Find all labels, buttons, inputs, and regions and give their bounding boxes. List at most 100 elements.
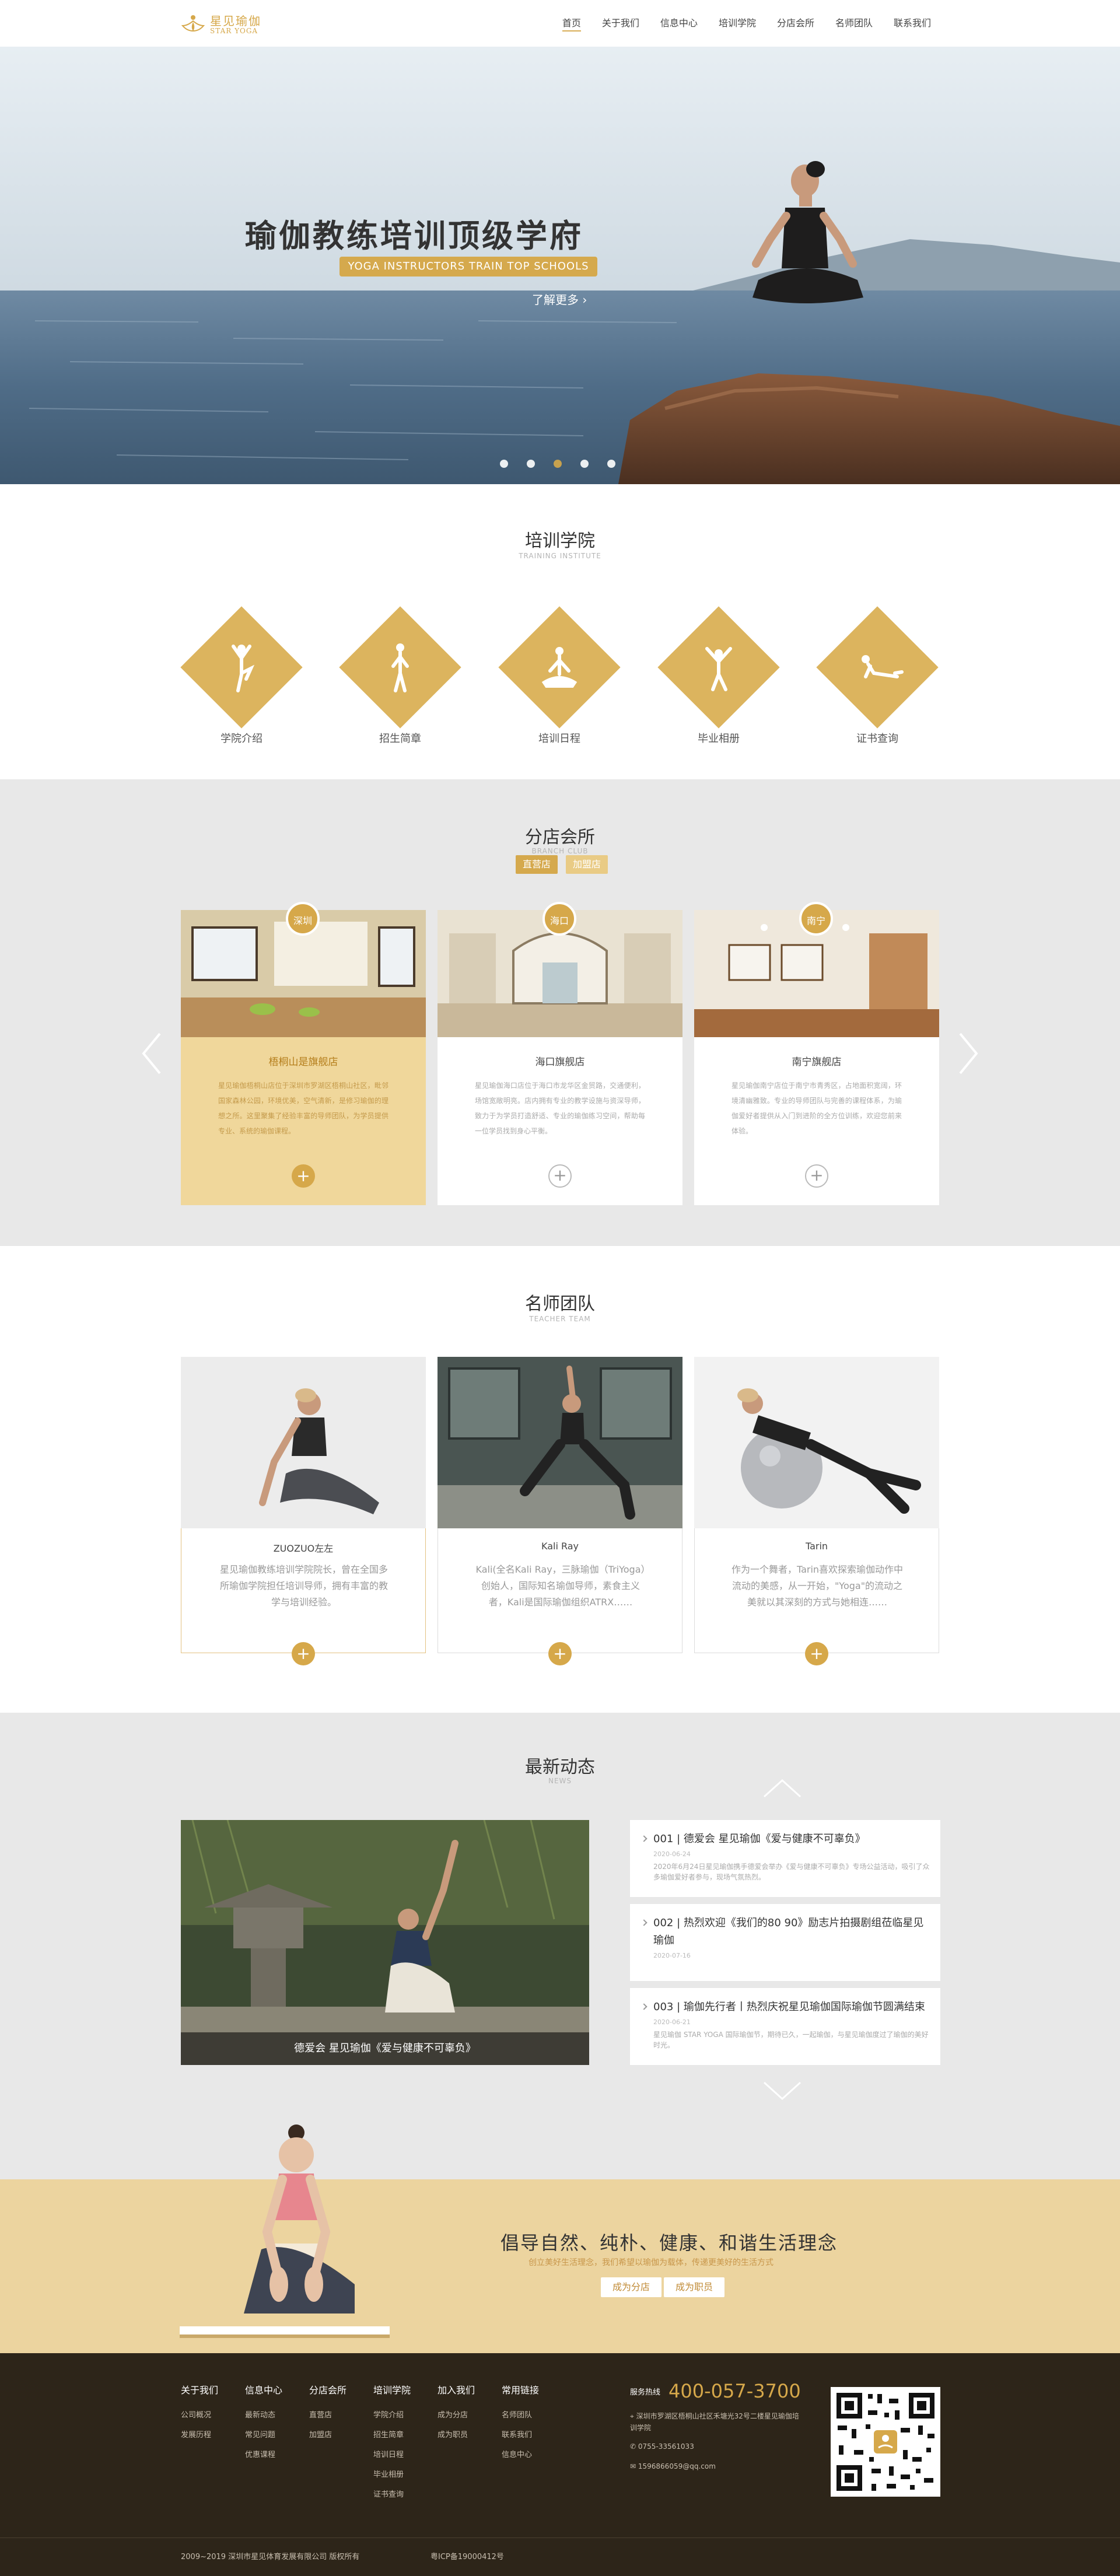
footer-link[interactable]: 成为分店 (438, 2406, 475, 2426)
chevron-up-icon[interactable] (762, 1778, 803, 1799)
store-card-nanning[interactable]: 南宁 南宁旗舰店 星见瑜伽南宁店位于南宁市青秀区，占地面积宽阔，环境清幽雅致。专… (694, 902, 939, 1205)
address-text: 深圳市罗湖区梧桐山社区禾塘光32号二楼星见瑜伽培训学院 (630, 2412, 799, 2432)
teacher-card[interactable]: Kali Ray Kali(全名Kali Ray，三脉瑜伽（TriYoga）创始… (438, 1357, 682, 1665)
footer-link[interactable]: 招生简章 (373, 2426, 411, 2445)
teacher-desc: Kali(全名Kali Ray，三脉瑜伽（TriYoga）创始人，国际知名瑜伽导… (475, 1564, 646, 1608)
footer-link[interactable]: 加盟店 (309, 2426, 346, 2445)
footer-col-about: 关于我们 公司概况 发展历程 (181, 2382, 218, 2445)
nav-stores[interactable]: 分店会所 (766, 0, 825, 47)
plus-icon[interactable]: + (292, 1642, 315, 1665)
teacher-card[interactable]: Tarin 作为一个舞者，Tarin喜欢探索瑜伽动作中流动的美感，从一开始，"Y… (694, 1357, 939, 1665)
footer-link[interactable]: 直营店 (309, 2406, 346, 2426)
training-item-admission[interactable]: 招生简章 (339, 606, 461, 770)
lotus-logo-icon (181, 15, 205, 32)
tab-direct-store[interactable]: 直营店 (516, 855, 558, 874)
footer-col-heading[interactable]: 信息中心 (245, 2382, 282, 2396)
chevron-left-icon[interactable] (140, 1030, 163, 1077)
plus-icon[interactable]: + (805, 1642, 828, 1665)
training-item-schedule[interactable]: 培训日程 (498, 606, 621, 770)
footer-link[interactable]: 联系我们 (502, 2426, 539, 2445)
training-item-intro[interactable]: 学院介绍 (180, 606, 303, 770)
tab-franchise-store[interactable]: 加盟店 (566, 855, 608, 874)
news-item-date: 2020-07-16 (653, 1952, 691, 1959)
footer-col-training: 培训学院 学院介绍 招生简章 培训日程 毕业相册 证书查询 (373, 2382, 411, 2505)
footer-link[interactable]: 培训日程 (373, 2445, 411, 2465)
training-label: 证书查询 (856, 733, 898, 745)
footer-col-links: 常用链接 名师团队 联系我们 信息中心 (502, 2382, 539, 2465)
qr-code-icon (831, 2387, 940, 2497)
footer-col-join: 加入我们 成为分店 成为职员 (438, 2382, 475, 2445)
slider-dot[interactable] (580, 460, 589, 468)
nav-about[interactable]: 关于我们 (592, 0, 650, 47)
footer-link[interactable]: 学院介绍 (373, 2406, 411, 2426)
logo-name-en: STAR YOGA (210, 27, 258, 35)
news-item-title: 003 | 瑜伽先行者丨热烈庆祝星见瑜伽国际瑜伽节圆满结束 (653, 2001, 925, 2013)
training-title: 培训学院 (525, 531, 595, 551)
chevron-right-icon[interactable] (957, 1030, 980, 1077)
chevron-right-icon: › (582, 293, 587, 307)
news-item[interactable]: 002 | 热烈欢迎《我们的80 90》励志片拍摄剧组莅临星见瑜伽 2020-0… (630, 1904, 940, 1981)
store-card-shenzhen[interactable]: 深圳 梧桐山是旗舰店 星见瑜伽梧桐山店位于深圳市罗湖区梧桐山社区，毗邻国家森林公… (181, 902, 426, 1205)
nav-contact[interactable]: 联系我们 (883, 0, 942, 47)
footer-link[interactable]: 公司概况 (181, 2406, 218, 2426)
hero-banner: 瑜伽教练培训顶级学府 YOGA INSTRUCTORS TRAIN TOP SC… (0, 47, 1120, 484)
training-item-certificate[interactable]: 证书查询 (816, 606, 939, 770)
training-label: 招生简章 (379, 733, 421, 745)
slider-dot[interactable] (500, 460, 508, 468)
news-feature[interactable]: 德爱会 星见瑜伽《爱与健康不可辜负》 (181, 1820, 589, 2065)
slider-dot[interactable] (527, 460, 535, 468)
chevron-down-icon[interactable] (762, 2080, 803, 2101)
news-feature-photo (181, 1820, 589, 2065)
yoga-girl-illustration (180, 2124, 390, 2338)
icp-text[interactable]: 粤ICP备19000412号 (430, 2538, 504, 2576)
slider-dot-active[interactable] (554, 460, 562, 468)
plus-icon[interactable]: + (548, 1642, 572, 1665)
plus-icon[interactable]: + (548, 1164, 572, 1188)
hotline-label: 服务热线 (630, 2388, 661, 2397)
hotline-number: 400-057-3700 (668, 2380, 801, 2402)
footer-col-heading[interactable]: 培训学院 (373, 2382, 411, 2396)
banner-more-link[interactable]: 了解更多 › (532, 290, 587, 307)
copyright-bar: 2009~2019 深圳市星见体育发展有限公司 版权所有 粤ICP备190004… (0, 2538, 1120, 2576)
footer-link[interactable]: 优惠课程 (245, 2445, 282, 2465)
footer-link[interactable]: 发展历程 (181, 2426, 218, 2445)
footer-link[interactable]: 毕业相册 (373, 2465, 411, 2485)
nav-home[interactable]: 首页 (552, 0, 592, 47)
training-label: 学院介绍 (220, 733, 262, 745)
nav-info[interactable]: 信息中心 (650, 0, 708, 47)
yoga-pose-tree-icon (232, 645, 255, 692)
slider-dot[interactable] (607, 460, 615, 468)
nav-training[interactable]: 培训学院 (708, 0, 766, 47)
footer-col-info: 信息中心 最新动态 常见问题 优惠课程 (245, 2382, 282, 2465)
teacher-desc: 星见瑜伽教练培训学院院长，曾在全国多所瑜伽学院担任培训导师，拥有丰富的教学与培训… (219, 1564, 388, 1608)
plus-icon[interactable]: + (292, 1164, 315, 1188)
teacher-card[interactable]: ZUOZUO左左 星见瑜伽教练培训学院院长，曾在全国多所瑜伽学院担任培训导师，拥… (181, 1357, 426, 1665)
logo[interactable]: 星见瑜伽 STAR YOGA (181, 8, 268, 38)
store-city-badge: 海口 (542, 902, 576, 936)
footer-link[interactable]: 证书查询 (373, 2485, 411, 2505)
yoga-pose-stand-icon (391, 643, 409, 692)
store-card-haikou[interactable]: 海口 海口旗舰店 星见瑜伽海口店位于海口市龙华区金贸路，交通便利，场馆宽敞明亮。… (438, 902, 682, 1205)
teachers-subtitle: TEACHER TEAM (529, 1315, 591, 1323)
footer-link[interactable]: 最新动态 (245, 2406, 282, 2426)
news-item[interactable]: 003 | 瑜伽先行者丨热烈庆祝星见瑜伽国际瑜伽节圆满结束 2020-06-21… (630, 1988, 940, 2065)
plus-icon[interactable]: + (805, 1164, 828, 1188)
news-title: 最新动态 (525, 1757, 595, 1777)
become-branch-button[interactable]: 成为分店 (601, 2277, 662, 2297)
footer-link[interactable]: 常见问题 (245, 2426, 282, 2445)
footer-link[interactable]: 名师团队 (502, 2406, 539, 2426)
footer-col-heading[interactable]: 常用链接 (502, 2382, 539, 2396)
footer-col-heading[interactable]: 关于我们 (181, 2382, 218, 2396)
footer-link[interactable]: 成为职员 (438, 2426, 475, 2445)
training-label: 毕业相册 (698, 733, 740, 745)
footer-link[interactable]: 信息中心 (502, 2445, 539, 2465)
mail-icon: ✉ (630, 2462, 638, 2470)
become-staff-button[interactable]: 成为职员 (664, 2277, 725, 2297)
teacher-name: Kali Ray (541, 1541, 579, 1552)
footer-col-heading[interactable]: 分店会所 (309, 2382, 346, 2396)
nav-teachers[interactable]: 名师团队 (825, 0, 883, 47)
training-item-album[interactable]: 毕业相册 (657, 606, 780, 770)
footer-col-heading[interactable]: 加入我们 (438, 2382, 475, 2396)
news-item[interactable]: 001 | 德爱会 星见瑜伽《爱与健康不可辜负》 2020-06-24 2020… (630, 1820, 940, 1897)
news-subtitle: NEWS (548, 1777, 572, 1785)
